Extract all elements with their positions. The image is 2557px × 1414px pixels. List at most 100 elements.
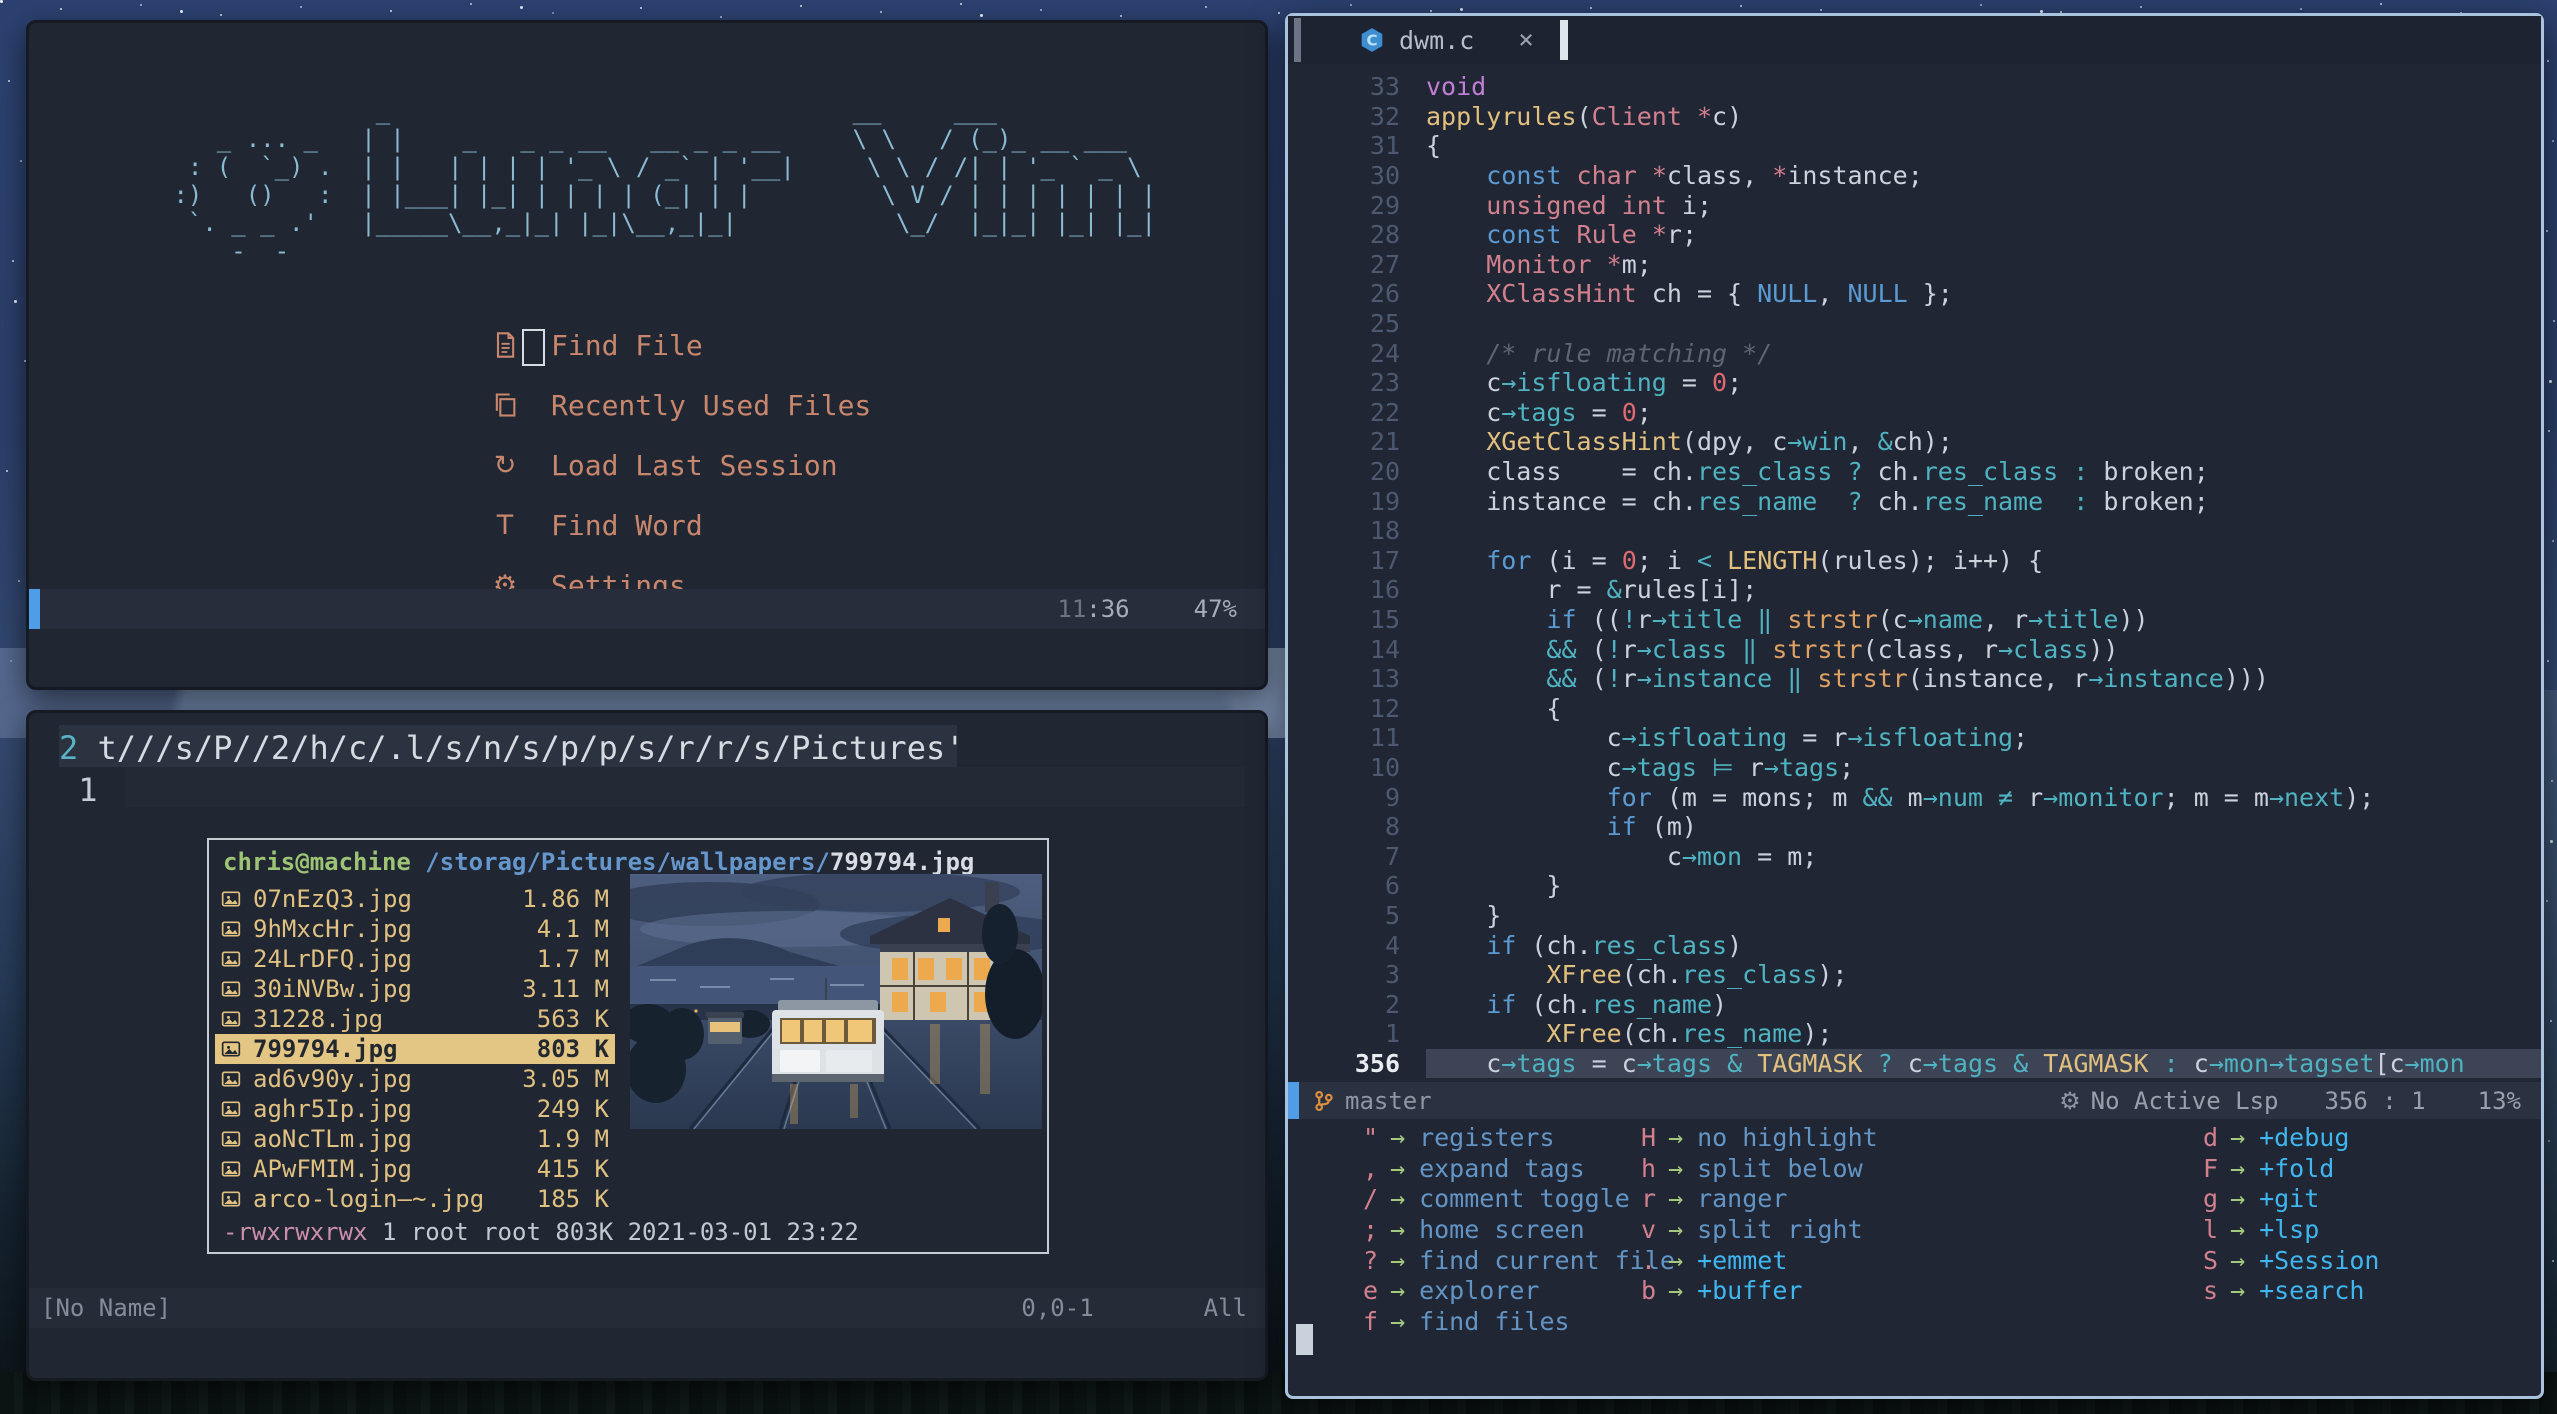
code-text: if ((! r →title ‖ strstr (c →name, r →title))	[1546, 604, 2149, 634]
buffer-text: t///s/P//2/h/c/.l/s/n/s/p/p/s/r/r/s/Pict…	[97, 729, 965, 767]
code-text: c →tags ⊨ r →tags;	[1426, 752, 1855, 782]
code-line: 32 applyrules(Client * c)	[1288, 102, 2541, 132]
code-text: XGetClassHint (dpy, c →win, & ch);	[1486, 427, 1953, 457]
menu-item-recently-used-files[interactable]: Recently Used Files	[485, 375, 1085, 435]
menu-item-label: Find File	[551, 328, 703, 362]
code-text: class = ch. res_class ? ch. res_class : br…	[1426, 457, 2209, 487]
ranger-file-list: 07nEzQ3.jpg 1.86 M 9hMxcHr.jpg 4.1 M 24LrDFQ…	[215, 884, 615, 1214]
line-number: 30	[1369, 161, 1400, 191]
binding-key: h	[1640, 1153, 1656, 1183]
line-number: 6	[1384, 871, 1400, 901]
file-row-selected[interactable]: 799794.jpg 803 K	[215, 1034, 615, 1064]
line-number: 14	[1369, 634, 1400, 664]
code-area[interactable]: 33 void 32 applyrules(Client * c) 31{30 const…	[1288, 72, 2541, 1079]
arrow-icon: →	[1668, 1122, 1684, 1152]
line-number: 2	[1384, 989, 1400, 1019]
file-name: 30iNVBw.jpg	[253, 975, 412, 1003]
line-number: 33	[1369, 72, 1400, 102]
file-row[interactable]: arco-login—~.jpg 185 K	[215, 1184, 615, 1214]
line-number: 7	[1384, 841, 1400, 871]
image-icon	[221, 919, 253, 939]
code-text: instance = ch. res_name ? ch. res_name : b…	[1426, 486, 2209, 516]
arrow-icon: →	[1390, 1122, 1406, 1152]
file-row[interactable]: APwFMIM.jpg 415 K	[215, 1154, 615, 1184]
arrow-icon: →	[2230, 1184, 2246, 1214]
image-icon	[221, 1099, 253, 1119]
c-language-icon: C	[1361, 28, 1383, 52]
file-row[interactable]: aoNcTLm.jpg 1.9 M	[215, 1124, 615, 1154]
arrow-icon: →	[2230, 1214, 2246, 1244]
code-line: 20 class = ch. res_class ? ch. res_class :…	[1288, 457, 2541, 487]
line-number: 5	[1384, 900, 1400, 930]
line-number: 13	[1369, 664, 1400, 694]
binding-key: .	[1640, 1245, 1656, 1275]
close-icon[interactable]: ×	[1518, 25, 1534, 55]
file-row[interactable]: 31228.jpg 563 K	[215, 1004, 615, 1034]
menu-item-load-last-session[interactable]: ↻ Load Last Session	[485, 435, 1085, 495]
code-text: if (m)	[1606, 812, 1697, 842]
binding-key: S	[2202, 1245, 2218, 1275]
code-text: {	[1426, 693, 1562, 723]
arrow-icon: →	[2230, 1245, 2246, 1275]
reload-icon: ↻	[493, 449, 517, 481]
image-icon	[221, 1009, 253, 1029]
binding-key: v	[1640, 1214, 1656, 1244]
code-line: 30 const char * class, * instance;	[1288, 161, 2541, 191]
arrow-icon: →	[1668, 1153, 1684, 1183]
menu-item-find-file[interactable]: Find File	[485, 315, 1085, 375]
code-text: c →isfloating = 0;	[1426, 368, 1743, 398]
line-number: 27	[1369, 249, 1400, 279]
line-number: 12	[1369, 693, 1400, 723]
binding-key: e	[1362, 1276, 1378, 1306]
menu-item-label: Recently Used Files	[551, 388, 872, 422]
line-number: 18	[1369, 516, 1400, 546]
binding-key: F	[2202, 1153, 2218, 1183]
file-size: 563 K	[536, 1005, 609, 1033]
line-number: 19	[1369, 486, 1400, 516]
menu-item-find-word[interactable]: T Find Word	[485, 495, 1085, 555]
file-row[interactable]: 30iNVBw.jpg 3.11 M	[215, 974, 615, 1004]
arrow-icon: →	[1390, 1245, 1406, 1275]
image-icon	[221, 889, 253, 909]
buffer-line-1: 2 t///s/P//2/h/c/.l/s/n/s/p/p/s/r/r/s/Pi…	[59, 729, 964, 767]
code-line: 4 if (ch. res_class)	[1288, 930, 2541, 960]
code-line: 19 instance = ch. res_name ? ch. res_name …	[1288, 486, 2541, 516]
statusline-column: :36	[1086, 595, 1130, 623]
binding-key: d	[2202, 1122, 2218, 1152]
binding-description: expand tags	[1419, 1153, 1585, 1183]
image-icon	[221, 1039, 253, 1059]
statusline-mode-block	[29, 589, 40, 629]
ranger-user: chris@machine	[223, 848, 411, 876]
line-number: 25	[1369, 309, 1400, 339]
statusline-percent: 47%	[1193, 595, 1237, 623]
cursor-position: 356 : 1	[2324, 1086, 2426, 1115]
file-row[interactable]: 24LrDFQ.jpg 1.7 M	[215, 944, 615, 974]
line-number: 32	[1369, 101, 1400, 131]
file-name: APwFMIM.jpg	[253, 1155, 412, 1183]
code-text: c →mon = m;	[1426, 841, 1818, 871]
file-row[interactable]: 9hMxcHr.jpg 4.1 M	[215, 914, 615, 944]
arrow-icon: →	[1390, 1306, 1406, 1336]
code-text: c →tags = 0;	[1426, 397, 1652, 427]
buffer-line-2: 1	[59, 771, 97, 809]
code-line: 22 c →tags = 0;	[1288, 398, 2541, 428]
file-row[interactable]: aghr5Ip.jpg 249 K	[215, 1094, 615, 1124]
dashboard-statusline: 11 :36 47%	[29, 589, 1265, 629]
code-line: 27 Monitor * m;	[1288, 250, 2541, 280]
which-key-column: d → +debug F → +fold g → +git l → +lsp S → +Session s → +…	[2138, 1122, 2380, 1306]
file-size: 3.05 M	[522, 1065, 609, 1093]
code-text: }	[1426, 871, 1562, 901]
ranger-current-file: 799794.jpg	[829, 848, 975, 876]
binding-description: +lsp	[2259, 1214, 2320, 1244]
code-text: applyrules(Client * c)	[1426, 101, 1743, 131]
file-row[interactable]: ad6v90y.jpg 3.05 M	[215, 1064, 615, 1094]
code-line: 3 XFree (ch. res_class);	[1288, 960, 2541, 990]
binding-description: no highlight	[1697, 1122, 1878, 1152]
arrow-icon: →	[1390, 1276, 1406, 1306]
file-row[interactable]: 07nEzQ3.jpg 1.86 M	[215, 884, 615, 914]
tab-dwm-c[interactable]: C dwm.c ×	[1359, 25, 1534, 55]
dashboard-menu: Find File Recently Used Files ↻ Load Last S…	[485, 315, 1085, 615]
arrow-icon: →	[1668, 1245, 1684, 1275]
line-number: 17	[1369, 545, 1400, 575]
line-number: 2	[59, 729, 79, 767]
